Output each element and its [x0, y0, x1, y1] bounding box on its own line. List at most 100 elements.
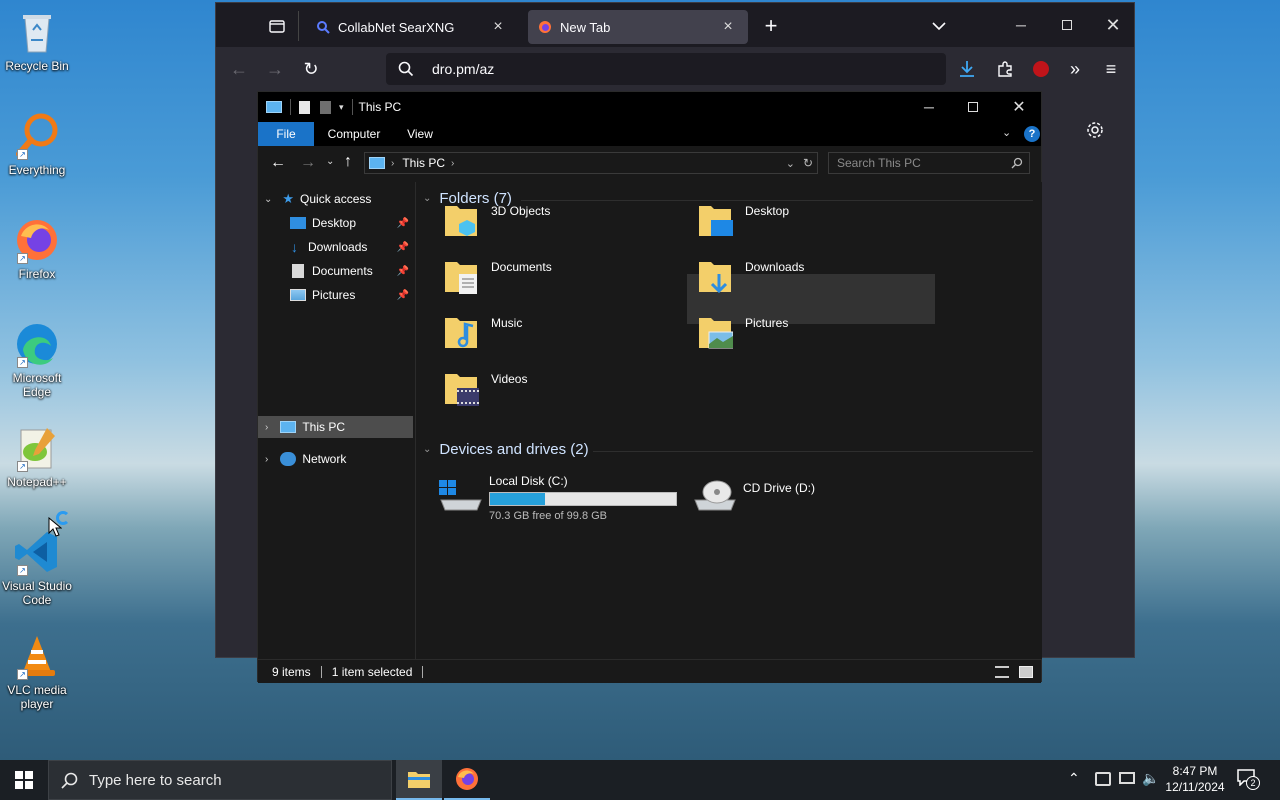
forward-arrow-icon[interactable]: → — [300, 154, 316, 172]
ribbon-tab-computer[interactable]: Computer — [320, 122, 388, 146]
nav-item-pictures[interactable]: Pictures 📌 — [258, 284, 415, 306]
nav-item-downloads[interactable]: ↓ Downloads 📌 — [258, 236, 415, 258]
folder-tile[interactable]: Music — [437, 308, 685, 358]
firefox-view-button[interactable] — [262, 11, 292, 41]
chevron-down-icon: ⌄ — [423, 193, 432, 204]
drives-group-header[interactable]: ⌄ Devices and drives (2) — [423, 441, 589, 458]
app-menu-button[interactable]: ≡ — [1096, 54, 1126, 84]
forward-button[interactable]: → — [260, 54, 290, 84]
folder-tile[interactable]: Desktop — [691, 196, 939, 246]
url-bar[interactable]: dro.pm/az — [386, 53, 946, 85]
maximize-button[interactable] — [1044, 3, 1090, 47]
close-window-button[interactable]: ✕ — [1090, 3, 1136, 47]
close-tab-icon[interactable]: × — [488, 18, 508, 36]
pictures-folder-icon — [697, 312, 734, 352]
ribbon-tab-file[interactable]: File — [258, 122, 314, 146]
pin-icon[interactable]: 📌 — [397, 242, 409, 253]
properties-icon[interactable] — [299, 100, 310, 114]
start-button[interactable] — [0, 760, 48, 800]
downloads-button[interactable] — [952, 54, 982, 84]
clock[interactable]: 8:47 PM 12/11/2024 — [1160, 763, 1230, 795]
explorer-maximize-button[interactable] — [950, 92, 996, 122]
navigation-pane: ⌄ ★ Quick access Desktop 📌 ↓ Downloads 📌… — [258, 182, 416, 659]
nav-item-desktop[interactable]: Desktop 📌 — [258, 212, 415, 234]
back-arrow-icon[interactable]: ← — [270, 154, 286, 172]
ublock-button[interactable] — [1026, 54, 1056, 84]
desktop-icon-notepadpp[interactable]: ↗ Notepad++ — [2, 424, 72, 489]
taskbar: Type here to search ⌃ 🔈 8:47 PM 12/11/20… — [0, 760, 1280, 800]
overflow-menu-button[interactable]: » — [1060, 54, 1090, 84]
taskbar-firefox[interactable] — [444, 760, 490, 800]
folder-tile[interactable]: Downloads — [691, 252, 939, 302]
busy-indicator-icon — [56, 511, 70, 525]
taskbar-file-explorer[interactable] — [396, 760, 442, 800]
refresh-icon[interactable]: ↻ — [803, 156, 813, 170]
nav-label: Quick access — [300, 192, 372, 206]
recent-locations-icon[interactable]: ⌄ — [326, 156, 334, 167]
desktop-icon-vlc[interactable]: ↗ VLC media player — [2, 632, 72, 711]
details-view-icon[interactable] — [995, 665, 1009, 678]
drive-tile-d[interactable]: CD Drive (D:) — [691, 468, 939, 524]
address-dropdown-icon[interactable]: ⌄ — [786, 157, 795, 170]
search-icon — [317, 21, 330, 34]
desktop-icon-label: Recycle Bin — [5, 59, 69, 73]
drive-tile-c[interactable]: Local Disk (C:) 70.3 GB free of 99.8 GB — [437, 468, 685, 524]
nav-item-this-pc[interactable]: › This PC — [258, 416, 413, 438]
search-input[interactable]: Search This PC — [828, 152, 1030, 174]
pin-icon[interactable]: 📌 — [397, 266, 409, 277]
desktop-icon-recycle-bin[interactable]: Recycle Bin — [2, 8, 72, 73]
minimize-button[interactable]: ─ — [998, 3, 1044, 47]
status-divider — [422, 665, 424, 678]
tab-new-tab[interactable]: New Tab × — [528, 10, 748, 44]
status-bar: 9 items 1 item selected — [258, 659, 1041, 683]
list-all-tabs-button[interactable] — [924, 11, 954, 41]
this-pc-icon — [280, 421, 297, 433]
folder-tile[interactable]: Documents — [437, 252, 685, 302]
taskbar-search-box[interactable]: Type here to search — [48, 760, 392, 800]
desktop-icon-firefox[interactable]: ↗ Firefox — [2, 216, 72, 281]
nav-item-network[interactable]: › Network — [258, 448, 415, 470]
nav-item-documents[interactable]: Documents 📌 — [258, 260, 415, 282]
tab-title: CollabNet SearXNG — [338, 19, 455, 35]
notification-center-button[interactable]: 2 — [1236, 768, 1260, 792]
tab-title: New Tab — [560, 19, 611, 35]
qat-dropdown-icon[interactable]: ▾ — [339, 102, 344, 113]
close-tab-icon[interactable]: × — [718, 18, 738, 36]
newtab-settings-button[interactable] — [1080, 115, 1110, 145]
folder-tile[interactable]: 3D Objects — [437, 196, 685, 246]
extensions-button[interactable] — [990, 54, 1020, 84]
new-tab-button[interactable]: + — [756, 11, 786, 41]
reload-button[interactable]: ↻ — [296, 54, 326, 84]
chevron-down-icon: ⌄ — [264, 193, 273, 205]
desktop-icon-edge[interactable]: ↗ Microsoft Edge — [2, 320, 72, 399]
tray-security-icon[interactable] — [1095, 772, 1111, 786]
folder-tile[interactable]: Videos — [437, 364, 685, 414]
nav-quick-access[interactable]: ⌄ ★ Quick access — [258, 188, 415, 210]
tray-volume-icon[interactable]: 🔈 — [1142, 770, 1159, 787]
help-icon[interactable]: ? — [1024, 126, 1040, 142]
desktop-icon-everything[interactable]: ↗ Everything — [2, 112, 72, 177]
explorer-close-button[interactable]: ✕ — [996, 92, 1042, 122]
tab-searxng[interactable]: CollabNet SearXNG × — [306, 10, 518, 44]
maximize-icon — [968, 102, 978, 112]
ribbon-tab-view[interactable]: View — [398, 122, 442, 146]
breadcrumb[interactable]: This PC — [402, 156, 445, 170]
tray-network-icon[interactable] — [1119, 772, 1135, 784]
pin-icon[interactable]: 📌 — [397, 218, 409, 229]
chevron-down-icon: ⌄ — [423, 444, 432, 455]
folder-name: Pictures — [745, 316, 789, 330]
pin-icon[interactable]: 📌 — [397, 290, 409, 301]
ribbon-expand-icon[interactable]: ⌄ — [1002, 126, 1011, 139]
explorer-minimize-button[interactable]: ─ — [906, 92, 952, 122]
documents-folder-icon — [443, 256, 479, 296]
folder-tile[interactable]: Pictures — [691, 308, 939, 358]
ublock-origin-icon — [1033, 61, 1049, 77]
show-hidden-icons-button[interactable]: ⌃ — [1068, 770, 1080, 787]
new-folder-icon[interactable] — [320, 100, 331, 114]
large-icons-view-icon[interactable] — [1019, 665, 1033, 678]
back-button[interactable]: ← — [224, 54, 254, 84]
address-bar[interactable]: › This PC › ⌄ ↻ — [364, 152, 818, 174]
up-arrow-icon[interactable]: ↑ — [344, 153, 352, 171]
desktop-folder-icon — [290, 217, 306, 229]
shortcut-arrow-icon: ↗ — [17, 149, 28, 160]
